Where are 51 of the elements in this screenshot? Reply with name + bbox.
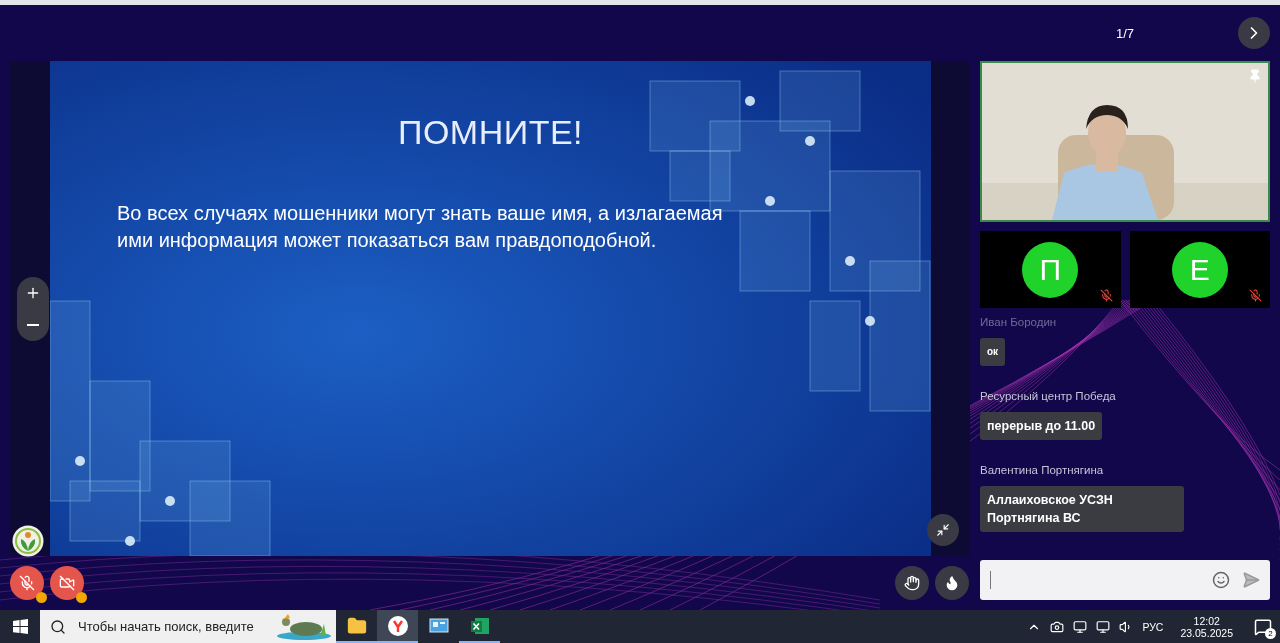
- screen-icon: [1073, 619, 1088, 634]
- next-slide-button[interactable]: [1238, 17, 1270, 49]
- exit-fullscreen-button[interactable]: [927, 514, 959, 546]
- plus-icon: [25, 285, 41, 301]
- participant-avatar: Е: [1171, 241, 1228, 298]
- emoji-button[interactable]: [1212, 571, 1230, 589]
- spreadsheet-icon: [469, 615, 490, 636]
- reaction-button[interactable]: [935, 566, 969, 600]
- chat-message: Аллаиховское УСЗН Портнягина ВС: [980, 486, 1184, 532]
- slide-text: Во всех случаях мошенники могут знать ваше имя, а излагаемая ими информация может показаться вам правдоподобной.: [117, 201, 724, 253]
- taskbar-app[interactable]: [377, 610, 418, 643]
- slide-title: ПОМНИТЕ!: [396, 112, 585, 152]
- mic-off-icon: [1249, 289, 1262, 302]
- chat-message: ок: [980, 338, 1006, 366]
- chat-input-bar[interactable]: [980, 560, 1270, 600]
- chat-message: перерыв до 11.00: [980, 412, 1103, 440]
- warning-icon: [36, 592, 47, 603]
- warning-icon: [76, 592, 87, 603]
- notification-count: 2: [1265, 627, 1276, 639]
- send-icon: [1242, 571, 1260, 589]
- message-author: Валентина Портнягина: [980, 464, 1105, 476]
- smiley-icon: [1212, 571, 1230, 589]
- browser-icon: [387, 615, 408, 636]
- participant-avatar: П: [1022, 241, 1079, 298]
- mic-off-icon: [19, 575, 35, 591]
- hand-icon: [904, 575, 920, 591]
- pin-icon: [1248, 69, 1262, 83]
- camera-off-icon: [59, 575, 75, 591]
- send-button[interactable]: [1242, 571, 1260, 589]
- mic-off-icon: [1099, 289, 1113, 302]
- screen-icon: [428, 617, 449, 634]
- language-indicator[interactable]: РУС: [1142, 620, 1164, 633]
- notifications-icon[interactable]: [1254, 617, 1272, 636]
- clock-date: 23.05.2025: [1180, 626, 1233, 639]
- message-author: Ресурсный центр Победа: [980, 390, 1117, 402]
- clock-time: 12:02: [1193, 614, 1220, 627]
- slide-counter: 1/7: [1115, 25, 1134, 41]
- microphone-button[interactable]: [10, 566, 44, 600]
- camera-button[interactable]: [50, 566, 84, 600]
- raise-hand-button[interactable]: [895, 566, 929, 600]
- logo-icon: [12, 525, 44, 557]
- flame-icon: [944, 575, 960, 591]
- windows-icon: [12, 619, 28, 634]
- message-author: Иван Бородин: [980, 316, 1058, 328]
- folder-icon: [346, 615, 367, 636]
- minus-icon: [27, 324, 39, 326]
- collapse-icon: [936, 523, 950, 537]
- taskbar-search-bar[interactable]: Чтобы начать поиск, введите: [40, 610, 336, 643]
- camera-icon: [1050, 619, 1065, 634]
- search-icon: [50, 618, 66, 635]
- search-field[interactable]: Чтобы начать поиск, введите: [76, 618, 270, 635]
